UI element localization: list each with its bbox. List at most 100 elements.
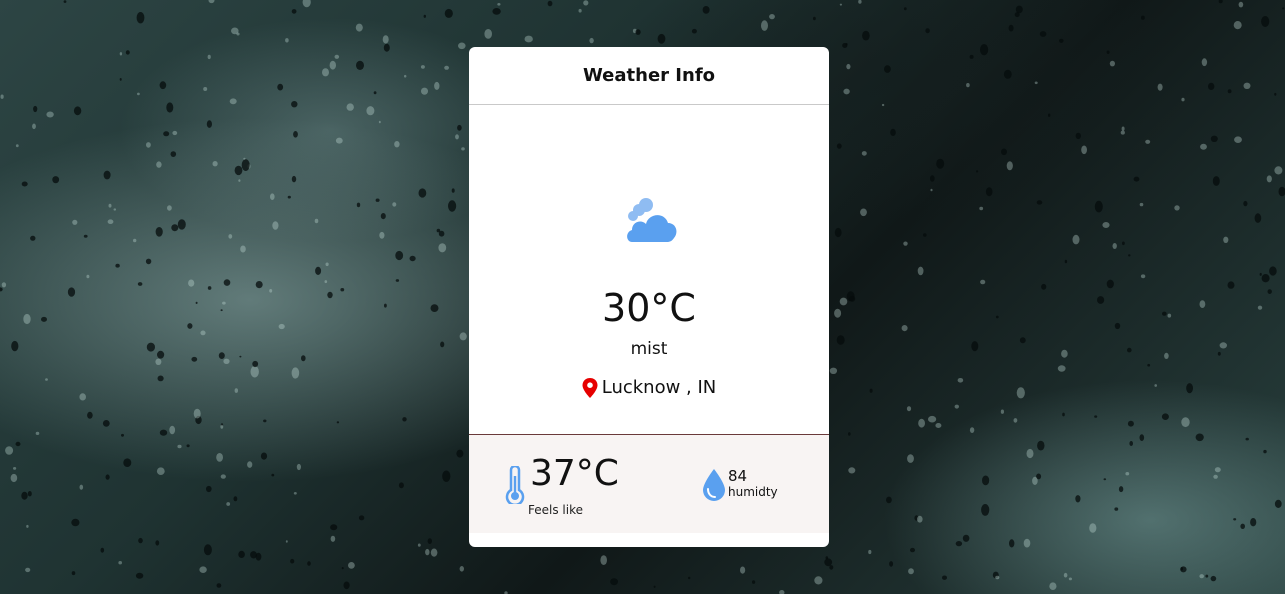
raindrop bbox=[1227, 89, 1232, 94]
raindrop bbox=[335, 137, 343, 144]
raindrop bbox=[1118, 486, 1124, 493]
raindrop bbox=[121, 433, 124, 437]
raindrop bbox=[1075, 132, 1082, 140]
raindrop bbox=[285, 540, 288, 543]
raindrop bbox=[238, 179, 241, 182]
raindrop bbox=[260, 452, 268, 460]
raindrop bbox=[157, 350, 165, 359]
raindrop bbox=[1274, 92, 1277, 96]
raindrop bbox=[348, 562, 355, 569]
raindrop bbox=[334, 54, 340, 59]
raindrop bbox=[395, 279, 400, 282]
raindrop bbox=[1121, 126, 1125, 131]
raindrop bbox=[1210, 135, 1218, 142]
raindrop bbox=[418, 188, 427, 198]
raindrop bbox=[155, 358, 162, 365]
raindrop bbox=[137, 92, 140, 96]
raindrop bbox=[285, 38, 289, 43]
raindrop bbox=[1199, 574, 1204, 579]
raindrop bbox=[1186, 383, 1193, 394]
raindrop bbox=[156, 467, 165, 476]
raindrop bbox=[166, 102, 174, 113]
raindrop bbox=[159, 81, 167, 90]
raindrop bbox=[207, 286, 212, 290]
raindrop bbox=[886, 496, 892, 504]
raindrop bbox=[87, 411, 93, 419]
raindrop bbox=[982, 475, 990, 486]
raindrop bbox=[191, 356, 198, 362]
raindrop bbox=[843, 88, 850, 95]
raindrop bbox=[1162, 311, 1167, 316]
raindrop bbox=[170, 151, 177, 158]
raindrop bbox=[229, 98, 237, 105]
raindrop bbox=[427, 538, 432, 544]
raindrop bbox=[1212, 176, 1220, 186]
raindrop bbox=[430, 548, 438, 557]
raindrop bbox=[296, 463, 301, 471]
raindrop bbox=[228, 234, 233, 239]
raindrop bbox=[442, 470, 451, 482]
raindrop bbox=[423, 14, 426, 18]
raindrop bbox=[524, 35, 533, 43]
raindrop bbox=[600, 555, 607, 565]
raindrop bbox=[188, 279, 195, 287]
raindrop bbox=[13, 467, 17, 470]
raindrop bbox=[146, 342, 155, 352]
raindrop bbox=[459, 566, 464, 572]
raindrop bbox=[923, 233, 927, 237]
raindrop bbox=[240, 245, 246, 253]
raindrop bbox=[1114, 322, 1121, 330]
raindrop bbox=[1015, 5, 1023, 14]
raindrop bbox=[392, 202, 397, 207]
raindrop bbox=[327, 291, 333, 299]
raindrop bbox=[547, 0, 553, 7]
raindrop bbox=[834, 227, 842, 238]
raindrop bbox=[657, 33, 666, 44]
raindrop bbox=[1157, 83, 1163, 91]
raindrop bbox=[356, 60, 364, 70]
raindrop bbox=[1217, 351, 1221, 356]
raindrop bbox=[79, 484, 84, 490]
raindrop bbox=[1139, 202, 1144, 207]
raindrop bbox=[979, 206, 984, 211]
raindrop bbox=[1019, 337, 1026, 344]
raindrop bbox=[255, 281, 263, 289]
raindrop bbox=[1161, 413, 1169, 421]
raindrop bbox=[455, 134, 459, 140]
raindrop bbox=[241, 159, 250, 172]
raindrop bbox=[839, 3, 843, 6]
raindrop bbox=[25, 567, 31, 573]
raindrop bbox=[382, 35, 389, 44]
location: Lucknow , IN bbox=[469, 377, 829, 398]
raindrop bbox=[373, 91, 377, 95]
raindrop bbox=[839, 297, 848, 306]
raindrop bbox=[271, 473, 275, 477]
raindrop bbox=[971, 341, 979, 352]
raindrop bbox=[930, 188, 933, 192]
raindrop bbox=[1075, 495, 1081, 503]
raindrop bbox=[635, 29, 641, 35]
raindrop bbox=[366, 106, 375, 116]
raindrop bbox=[1106, 50, 1110, 54]
feels-like-label: Feels like bbox=[528, 503, 583, 517]
cloud-icon bbox=[627, 198, 677, 242]
raindrop bbox=[928, 415, 937, 423]
raindrop bbox=[1049, 582, 1057, 590]
raindrop bbox=[901, 325, 908, 332]
raindrop bbox=[207, 54, 211, 60]
raindrop bbox=[172, 130, 178, 136]
raindrop bbox=[247, 461, 253, 468]
raindrop bbox=[1072, 234, 1080, 245]
raindrop bbox=[155, 227, 163, 237]
raindrop bbox=[1145, 139, 1151, 144]
raindrop bbox=[691, 28, 697, 34]
raindrop bbox=[325, 262, 329, 267]
raindrop bbox=[32, 123, 36, 130]
raindrop bbox=[1282, 7, 1285, 10]
raindrop bbox=[917, 266, 924, 276]
raindrop bbox=[459, 332, 467, 341]
raindrop bbox=[1181, 97, 1185, 102]
raindrop bbox=[1259, 272, 1262, 276]
raindrop bbox=[980, 279, 986, 285]
raindrop bbox=[277, 83, 284, 91]
